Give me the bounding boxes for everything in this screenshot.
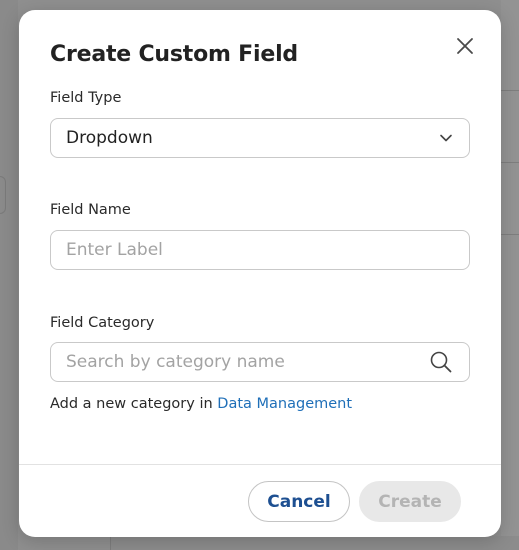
background-panel-left <box>0 0 18 550</box>
field-name-input[interactable] <box>66 240 454 260</box>
field-category-label: Field Category <box>50 315 155 331</box>
field-name-label: Field Name <box>50 202 131 218</box>
background-bottom-strip <box>110 536 519 550</box>
create-custom-field-dialog: Create Custom Field Field Type Dropdown … <box>19 10 501 537</box>
cancel-button[interactable]: Cancel <box>248 481 350 522</box>
close-icon <box>457 38 473 54</box>
background-chip <box>0 176 6 214</box>
dialog-title: Create Custom Field <box>50 42 298 67</box>
create-button[interactable]: Create <box>359 481 461 522</box>
data-management-link[interactable]: Data Management <box>217 396 352 412</box>
background-divider <box>501 234 519 235</box>
footer-divider <box>19 464 501 465</box>
field-type-value: Dropdown <box>66 128 153 148</box>
background-divider <box>501 162 519 163</box>
background-divider <box>501 90 519 91</box>
background-panel-right <box>501 0 519 550</box>
category-helper-text: Add a new category in Data Management <box>50 396 352 412</box>
chevron-down-icon <box>438 130 454 146</box>
field-category-box <box>50 342 470 382</box>
search-icon[interactable] <box>428 349 454 375</box>
field-type-label: Field Type <box>50 90 122 106</box>
close-button[interactable] <box>453 34 477 58</box>
field-type-select[interactable]: Dropdown <box>50 118 470 158</box>
helper-text: Add a new category in <box>50 396 218 412</box>
field-name-box <box>50 230 470 270</box>
field-category-search-input[interactable] <box>66 352 428 372</box>
